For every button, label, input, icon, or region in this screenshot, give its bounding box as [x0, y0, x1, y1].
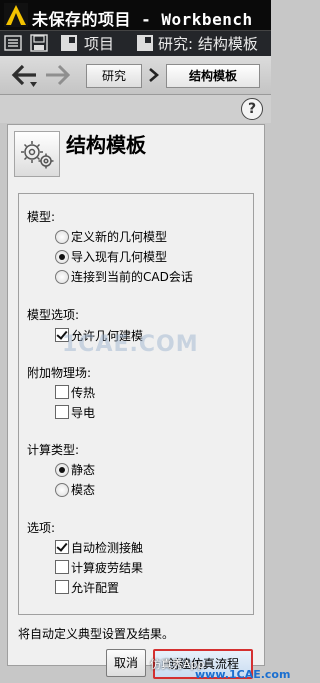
breadcrumb-item-structural-template[interactable]: 结构模板	[166, 64, 260, 88]
save-icon[interactable]	[30, 34, 48, 52]
radio-label: 静态	[71, 463, 96, 477]
checkbox-indicator[interactable]	[55, 540, 69, 554]
checkbox-label: 传热	[71, 386, 96, 400]
checkbox-label: 自动检测接触	[71, 541, 144, 555]
radio-indicator[interactable]	[55, 463, 69, 477]
workbench-logo-icon	[4, 3, 28, 27]
forward-arrow-icon[interactable]	[44, 62, 72, 88]
checkbox-indicator[interactable]	[55, 580, 69, 594]
breadcrumb-chevron-icon	[149, 68, 159, 82]
navigation-bar: 研究 结构模板	[0, 56, 271, 95]
project-tab-icon	[61, 35, 77, 51]
group-label-model: 模型:	[27, 210, 56, 224]
tab-bar: 项目 研究: 结构模板	[0, 30, 271, 57]
radio-label: 定义新的几何模型	[71, 230, 168, 244]
cancel-button[interactable]: 取消	[106, 649, 146, 677]
radio-indicator[interactable]	[55, 270, 69, 284]
menu-list-icon[interactable]	[4, 34, 22, 52]
radio-indicator[interactable]	[55, 483, 69, 497]
group-label-physics: 附加物理场:	[27, 366, 92, 380]
radio-label: 连接到当前的CAD会话	[71, 270, 193, 284]
checkbox-indicator[interactable]	[55, 405, 69, 419]
window-title: 未保存的项目 - Workbench	[32, 10, 253, 29]
radio-indicator[interactable]	[55, 230, 69, 244]
checkbox-indicator[interactable]	[55, 385, 69, 399]
group-label-model-options: 模型选项:	[27, 308, 80, 322]
faint-watermark: 1CAE.COM	[62, 332, 199, 357]
gears-icon	[14, 131, 60, 177]
checkbox-label: 允许配置	[71, 581, 120, 595]
site-watermark: www.1CAE.com	[195, 668, 291, 681]
radio-indicator[interactable]	[55, 250, 69, 264]
title-bar: 未保存的项目 - Workbench	[0, 0, 271, 30]
back-arrow-icon[interactable]	[10, 62, 40, 88]
footer-note: 将自动定义典型设置及结果。	[18, 627, 175, 641]
radio-label: 导入现有几何模型	[71, 250, 168, 264]
help-row: ?	[0, 95, 271, 123]
help-icon[interactable]: ?	[241, 98, 263, 120]
checkbox-label: 计算疲劳结果	[71, 561, 144, 575]
tab-project[interactable]: 项目	[84, 32, 114, 56]
checkbox-indicator[interactable]	[55, 560, 69, 574]
group-label-analysis-type: 计算类型:	[27, 443, 80, 457]
breadcrumb-item-study[interactable]: 研究	[86, 64, 142, 88]
tab-study[interactable]: 研究: 结构模板	[158, 32, 258, 56]
group-label-options: 选项:	[27, 521, 56, 535]
options-box: 模型: 定义新的几何模型 导入现有几何模型 连接到当前的CAD会话 模型选项: …	[18, 193, 254, 615]
checkbox-label: 导电	[71, 406, 96, 420]
structural-template-panel: 结构模板 模型: 定义新的几何模型 导入现有几何模型 连接到当前的CAD会话 模…	[7, 124, 265, 679]
radio-label: 模态	[71, 483, 96, 497]
study-tab-icon	[137, 35, 153, 51]
panel-title: 结构模板	[66, 133, 146, 157]
